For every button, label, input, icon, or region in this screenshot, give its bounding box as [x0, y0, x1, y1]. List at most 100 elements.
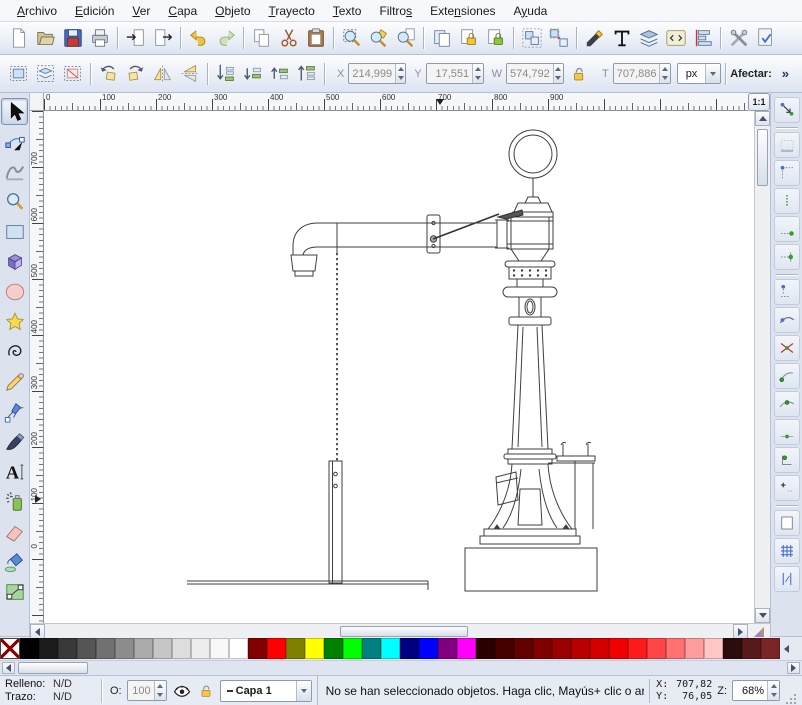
- export-button[interactable]: [149, 25, 176, 52]
- palette-swatch-25[interactable]: [476, 638, 495, 659]
- ungroup-button[interactable]: [545, 25, 572, 52]
- spray-tool-button[interactable]: [1, 488, 28, 515]
- node-editor-tool-button[interactable]: [1, 128, 28, 155]
- y-field-spinner[interactable]: [472, 64, 482, 83]
- resize-grip[interactable]: [785, 693, 797, 705]
- x-field-spinner[interactable]: [395, 64, 405, 83]
- vertical-scrollbar-thumb[interactable]: [757, 129, 768, 186]
- palette-scrollbar-thumb[interactable]: [18, 662, 88, 674]
- palette-swatch-none[interactable]: [0, 638, 20, 659]
- menu-trayecto[interactable]: Trayecto: [260, 1, 324, 21]
- palette-swatch-40[interactable]: [761, 638, 780, 659]
- zoom-spinner[interactable]: [767, 681, 779, 700]
- clone-button[interactable]: [455, 25, 482, 52]
- palette-swatch-33[interactable]: [628, 638, 647, 659]
- cms-adjust-button[interactable]: 1:1: [748, 93, 770, 111]
- palette-swatch-32[interactable]: [609, 638, 628, 659]
- scroll-up-button[interactable]: [755, 111, 770, 126]
- redo-button[interactable]: [212, 25, 239, 52]
- snap-guide-button[interactable]: [774, 566, 800, 592]
- palette-swatch-18[interactable]: [343, 638, 362, 659]
- zoom-level-field[interactable]: 68%: [732, 680, 780, 701]
- width-field[interactable]: 574,792: [506, 63, 564, 84]
- layer-selector-arrow-icon[interactable]: [296, 681, 311, 701]
- drawing-canvas[interactable]: [44, 111, 754, 623]
- layer-visibility-eye-icon[interactable]: [173, 682, 191, 700]
- pencil-tool-button[interactable]: [1, 368, 28, 395]
- snap-rotation-center-button[interactable]: [774, 475, 800, 501]
- palette-swatch-7[interactable]: [134, 638, 153, 659]
- horizontal-scrollbar[interactable]: [30, 624, 748, 639]
- palette-swatch-20[interactable]: [381, 638, 400, 659]
- duplicate-button[interactable]: [428, 25, 455, 52]
- fill-stroke-button[interactable]: [581, 25, 608, 52]
- zoom-tool-button[interactable]: [1, 188, 28, 215]
- menu-ver[interactable]: Ver: [123, 1, 159, 21]
- palette-swatch-26[interactable]: [495, 638, 514, 659]
- palette-swatch-9[interactable]: [172, 638, 191, 659]
- select-all-layers-button[interactable]: [32, 60, 59, 87]
- unit-selector[interactable]: px: [677, 63, 722, 84]
- palette-swatch-8[interactable]: [153, 638, 172, 659]
- gradient-tool-button[interactable]: [1, 578, 28, 605]
- palette-swatch-4[interactable]: [77, 638, 96, 659]
- snap-enable-button[interactable]: [774, 97, 800, 123]
- cut-button[interactable]: [275, 25, 302, 52]
- palette-swatch-39[interactable]: [742, 638, 761, 659]
- palette-swatch-19[interactable]: [362, 638, 381, 659]
- unit-selector-arrow-icon[interactable]: [705, 64, 720, 83]
- palette-swatch-5[interactable]: [96, 638, 115, 659]
- open-button[interactable]: [32, 25, 59, 52]
- palette-scroll-right-button[interactable]: [787, 662, 800, 674]
- palette-swatch-13[interactable]: [248, 638, 267, 659]
- palette-swatch-23[interactable]: [438, 638, 457, 659]
- palette-swatch-14[interactable]: [267, 638, 286, 659]
- palette-swatch-6[interactable]: [115, 638, 134, 659]
- lock-ratio-icon[interactable]: [570, 65, 588, 83]
- zoom-page-button[interactable]: [392, 25, 419, 52]
- palette-swatch-27[interactable]: [514, 638, 533, 659]
- palette-swatch-15[interactable]: [286, 638, 305, 659]
- import-button[interactable]: [122, 25, 149, 52]
- bezier-pen-tool-button[interactable]: [1, 398, 28, 425]
- palette-swatch-38[interactable]: [723, 638, 742, 659]
- palette-swatch-2[interactable]: [39, 638, 58, 659]
- palette-swatch-10[interactable]: [191, 638, 210, 659]
- snap-path-button[interactable]: [774, 307, 800, 333]
- star-tool-button[interactable]: [1, 308, 28, 335]
- palette-swatch-30[interactable]: [571, 638, 590, 659]
- menu-objeto[interactable]: Objeto: [206, 1, 259, 21]
- undo-button[interactable]: [185, 25, 212, 52]
- more-options-chevron[interactable]: »: [782, 66, 789, 81]
- color-profile-toggle[interactable]: [748, 624, 770, 639]
- ellipse-tool-button[interactable]: [1, 278, 28, 305]
- palette-swatch-21[interactable]: [400, 638, 419, 659]
- flip-v-button[interactable]: [176, 60, 203, 87]
- palette-scrollbar[interactable]: [0, 660, 802, 675]
- scroll-right-button[interactable]: [733, 624, 748, 639]
- tweak-tool-button[interactable]: [1, 158, 28, 185]
- height-field[interactable]: 707,886: [613, 63, 671, 84]
- scroll-down-button[interactable]: [755, 608, 770, 623]
- snap-midpoint-button[interactable]: [774, 419, 800, 445]
- text-tool-button[interactable]: A: [1, 458, 28, 485]
- snap-bbox-edge-button[interactable]: [774, 188, 800, 214]
- rectangle-tool-button[interactable]: [1, 218, 28, 245]
- paste-button[interactable]: [302, 25, 329, 52]
- layers-dialog-button[interactable]: [635, 25, 662, 52]
- layer-selector[interactable]: Capa 1: [220, 680, 312, 702]
- box-3d-tool-button[interactable]: [1, 248, 28, 275]
- preferences-button[interactable]: [725, 25, 752, 52]
- width-field-spinner[interactable]: [553, 64, 563, 83]
- menu-texto[interactable]: Texto: [324, 1, 371, 21]
- snap-bbox-center-button[interactable]: [774, 244, 800, 270]
- opacity-field[interactable]: 100: [127, 680, 167, 701]
- align-dialog-button[interactable]: [689, 25, 716, 52]
- palette-swatch-17[interactable]: [324, 638, 343, 659]
- snap-node-button[interactable]: [774, 279, 800, 305]
- palette-swatch-12[interactable]: [229, 638, 248, 659]
- eraser-tool-button[interactable]: [1, 518, 28, 545]
- flip-h-button[interactable]: [149, 60, 176, 87]
- layer-lock-icon[interactable]: [198, 683, 214, 699]
- height-field-spinner[interactable]: [659, 64, 669, 83]
